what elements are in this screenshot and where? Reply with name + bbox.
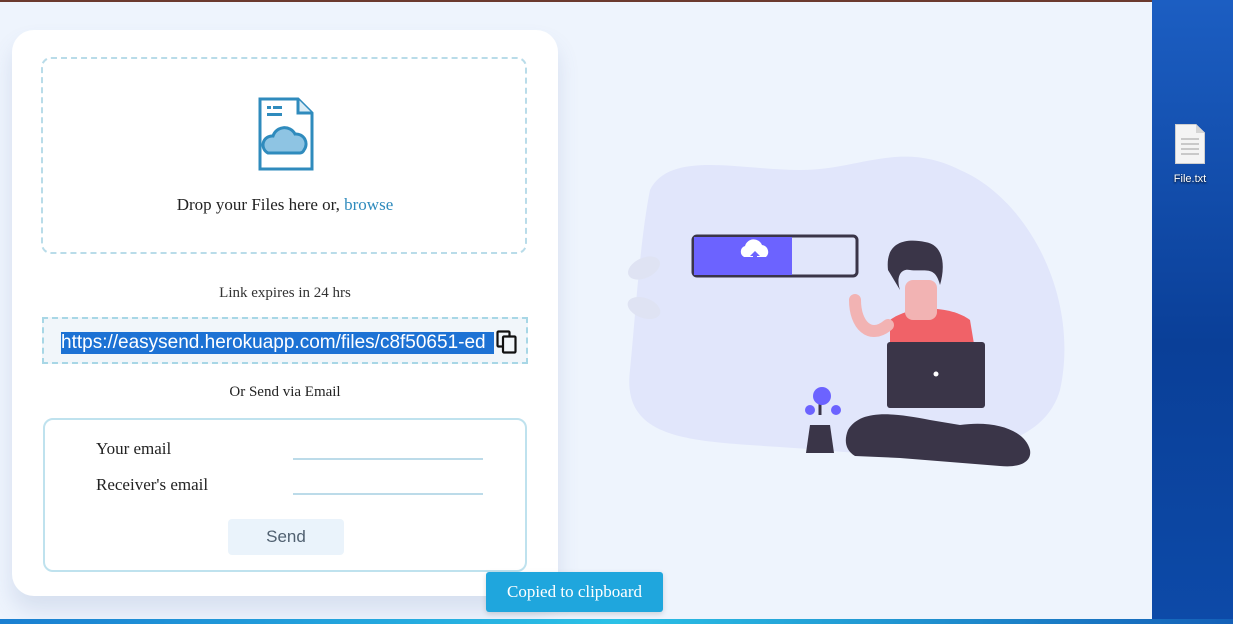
- your-email-input[interactable]: [293, 436, 483, 460]
- desktop-file-name: File.txt: [1173, 173, 1207, 185]
- clipboard-toast: Copied to clipboard: [486, 572, 663, 612]
- browse-link[interactable]: browse: [344, 195, 393, 214]
- desktop-file-item[interactable]: File.txt: [1166, 124, 1214, 185]
- upload-illustration: [627, 156, 1065, 467]
- share-link-box: https://easysend.herokuapp.com/files/c8f…: [42, 317, 528, 364]
- taskbar-edge: [0, 619, 1233, 624]
- desktop-background: [1152, 0, 1233, 624]
- your-email-label: Your email: [96, 439, 172, 458]
- copy-icon[interactable]: [496, 330, 518, 354]
- drop-text: Drop your Files here or,: [176, 195, 340, 214]
- browser-viewport: Drop your Files here or, browse Link exp…: [0, 0, 1152, 624]
- cloud-file-icon: [258, 97, 314, 171]
- share-link-input[interactable]: https://easysend.herokuapp.com/files/c8f…: [61, 332, 494, 354]
- link-expiry-text: Link expires in 24 hrs: [219, 285, 351, 301]
- send-button[interactable]: Send: [228, 519, 344, 555]
- email-section-heading: Or Send via Email: [229, 384, 341, 400]
- receiver-email-input[interactable]: [293, 471, 483, 495]
- drop-instructions: Drop your Files here or, browse: [0, 195, 570, 215]
- text-file-icon: [1175, 124, 1205, 164]
- receiver-email-label: Receiver's email: [96, 475, 209, 494]
- window-top-border: [0, 0, 1152, 2]
